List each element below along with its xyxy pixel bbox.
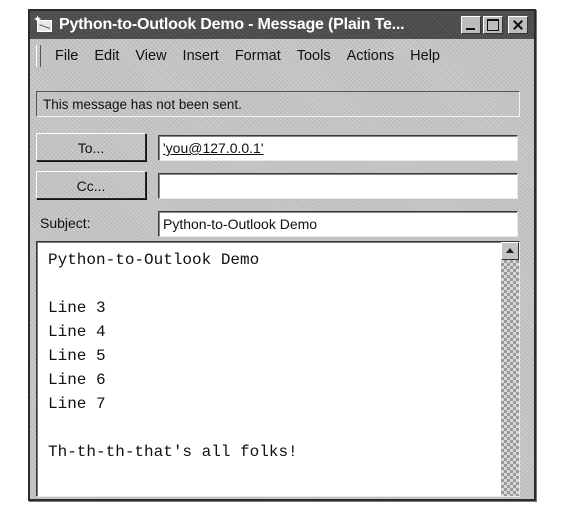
menu-view[interactable]: View <box>127 48 174 64</box>
body-line: Line 5 <box>48 347 106 365</box>
body-line: Line 4 <box>48 323 106 341</box>
subject-label: Subject: <box>40 215 91 231</box>
menu-actions[interactable]: Actions <box>339 48 403 64</box>
message-window: ✦ Python-to-Outlook Demo - Message (Plai… <box>28 9 536 501</box>
to-recipient-address[interactable]: 'you@127.0.0.1' <box>163 140 264 156</box>
menu-format[interactable]: Format <box>227 48 289 64</box>
cc-field[interactable] <box>158 173 518 199</box>
close-button[interactable] <box>508 16 528 34</box>
menu-bar: File Edit View Insert Format Tools Actio… <box>30 39 534 73</box>
menu-file[interactable]: File <box>47 48 86 64</box>
message-envelope-icon[interactable]: ✦ <box>33 14 53 33</box>
body-line: Th-th-th-that's all folks! <box>48 443 298 461</box>
body-line: Line 3 <box>48 299 106 317</box>
menu-tools[interactable]: Tools <box>289 48 339 64</box>
title-bar[interactable]: ✦ Python-to-Outlook Demo - Message (Plai… <box>30 11 534 39</box>
vertical-scrollbar[interactable] <box>501 242 519 496</box>
unsent-message-notice: This message has not been sent. <box>36 91 520 117</box>
menu-edit[interactable]: Edit <box>86 48 127 64</box>
body-line: ​ <box>48 272 298 296</box>
menu-help[interactable]: Help <box>402 48 448 64</box>
message-body[interactable]: Python-to-Outlook Demo ​ Line 3 Line 4 Line … <box>36 241 520 497</box>
cc-button[interactable]: Cc... <box>36 171 146 199</box>
menu-insert[interactable]: Insert <box>175 48 227 64</box>
subject-field[interactable]: Python-to-Outlook Demo <box>158 211 518 237</box>
body-line: Line 6 <box>48 371 106 389</box>
body-line: Line 7 <box>48 395 106 413</box>
menu-bar-grip-handle[interactable] <box>36 45 41 67</box>
scroll-up-arrow-icon[interactable] <box>501 242 519 260</box>
minimize-button[interactable] <box>461 16 481 34</box>
maximize-button[interactable] <box>483 16 503 34</box>
message-body-text[interactable]: Python-to-Outlook Demo ​ Line 3 Line 4 Line … <box>48 248 298 464</box>
to-button[interactable]: To... <box>36 133 146 161</box>
to-field[interactable]: 'you@127.0.0.1' <box>158 135 518 161</box>
body-line: ​ <box>48 416 298 440</box>
window-title: Python-to-Outlook Demo - Message (Plain … <box>59 16 405 33</box>
body-line: Python-to-Outlook Demo <box>48 251 260 269</box>
